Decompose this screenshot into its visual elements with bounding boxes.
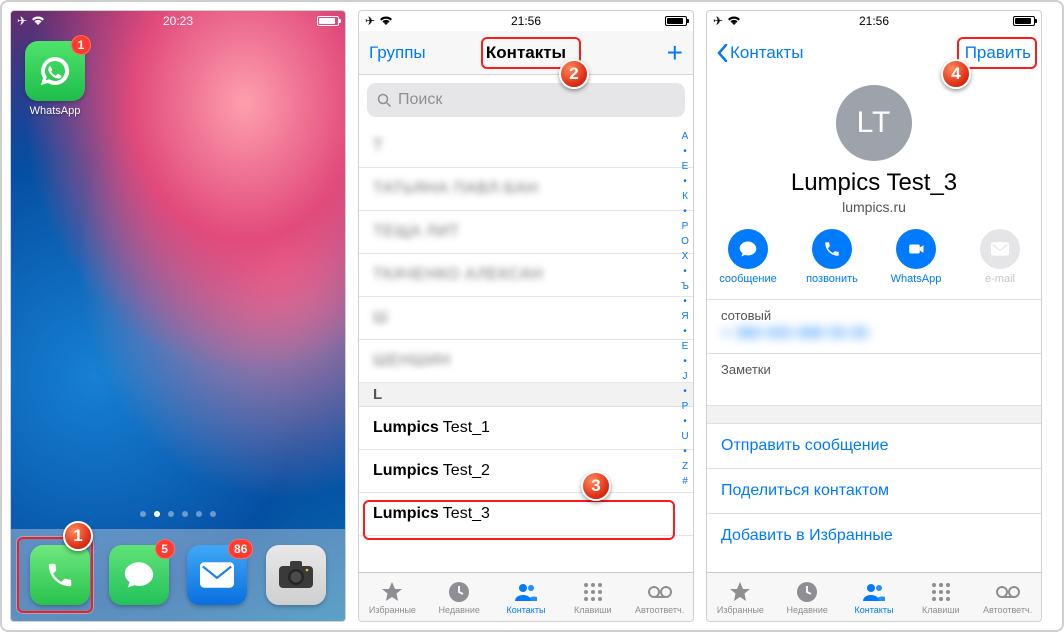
clock: 20:23: [163, 14, 193, 28]
phone-app-icon[interactable]: [30, 545, 90, 605]
airplane-icon: ✈: [713, 14, 723, 28]
whatsapp-app-icon[interactable]: 1: [25, 41, 85, 101]
alpha-index[interactable]: А•Е•К•РОХ•Ъ•Я•Е•J•Р•U•Z#: [677, 125, 693, 572]
list-item[interactable]: ТКАЧЕНКО АЛЕКСАН: [359, 254, 693, 297]
action-message[interactable]: сообщение: [717, 229, 779, 285]
action-call[interactable]: позвонить: [801, 229, 863, 285]
list-item[interactable]: Lumpics Test_2: [359, 450, 693, 493]
section-header-l: L: [359, 383, 693, 407]
whatsapp-badge: 1: [71, 35, 91, 55]
contacts-list[interactable]: Т ТАТЬЯНА ПАВЛ-БАН ТЕЩА ЛИТ ТКАЧЕНКО АЛЕ…: [359, 125, 693, 572]
clock: 21:56: [511, 14, 541, 28]
mail-app-icon[interactable]: 86: [187, 545, 247, 605]
add-contact-button[interactable]: +: [667, 39, 683, 67]
messages-badge: 5: [155, 539, 175, 559]
status-bar: ✈ 21:56: [707, 11, 1041, 31]
nav-title: Контакты: [486, 43, 566, 63]
action-email: e-mail: [969, 229, 1031, 285]
tab-voicemail[interactable]: Автоответч.: [974, 573, 1041, 621]
contact-company: lumpics.ru: [707, 199, 1041, 215]
tab-bar: Избранные Недавние Контакты Клавиши Авто…: [707, 572, 1041, 621]
whatsapp-label: WhatsApp: [25, 105, 85, 117]
page-indicator: [11, 511, 345, 521]
dock: 5 86: [11, 529, 345, 621]
homescreen: ✈ 20:23 1 WhatsApp 5 86 1: [10, 10, 346, 622]
chevron-left-icon: [717, 44, 728, 62]
tab-bar: Избранные Недавние Контакты Клавиши Авто…: [359, 572, 693, 621]
notes-cell[interactable]: Заметки: [707, 353, 1041, 405]
contact-name: Lumpics Test_3: [707, 169, 1041, 197]
messages-app-icon[interactable]: 5: [109, 545, 169, 605]
wifi-icon: [31, 16, 45, 26]
share-contact-link[interactable]: Поделиться контактом: [707, 468, 1041, 513]
search-icon: [377, 93, 392, 108]
contact-detail: LT Lumpics Test_3 lumpics.ru сообщение п…: [707, 75, 1041, 572]
tab-keypad[interactable]: Клавиши: [907, 573, 974, 621]
edit-button[interactable]: Править: [965, 43, 1031, 63]
tab-favorites[interactable]: Избранные: [359, 573, 426, 621]
airplane-icon: ✈: [365, 14, 375, 28]
list-item[interactable]: ТЕЩА ЛИТ: [359, 211, 693, 254]
tab-voicemail[interactable]: Автоответч.: [626, 573, 693, 621]
avatar: LT: [836, 85, 912, 161]
search-placeholder: Поиск: [398, 91, 442, 109]
clock: 21:56: [859, 14, 889, 28]
add-favorite-link[interactable]: Добавить в Избранные: [707, 513, 1041, 558]
list-item[interactable]: Т: [359, 125, 693, 168]
list-item[interactable]: ШЕНШИН: [359, 340, 693, 383]
battery-icon: [665, 16, 687, 26]
groups-link[interactable]: Группы: [369, 43, 426, 63]
battery-icon: [317, 16, 339, 26]
send-message-link[interactable]: Отправить сообщение: [707, 423, 1041, 468]
camera-app-icon[interactable]: [266, 545, 326, 605]
action-whatsapp[interactable]: WhatsApp: [885, 229, 947, 285]
action-row: сообщение позвонить WhatsApp e-mail: [707, 229, 1041, 285]
status-bar: ✈ 20:23: [11, 11, 345, 31]
mail-badge: 86: [228, 539, 253, 559]
wifi-icon: [727, 16, 741, 26]
list-item[interactable]: Ш: [359, 297, 693, 340]
status-bar: ✈ 21:56: [359, 11, 693, 31]
list-item[interactable]: ТАТЬЯНА ПАВЛ-БАН: [359, 168, 693, 211]
airplane-icon: ✈: [17, 14, 27, 28]
battery-icon: [1013, 16, 1035, 26]
list-item[interactable]: Lumpics Test_1: [359, 407, 693, 450]
tab-recents[interactable]: Недавние: [774, 573, 841, 621]
contact-detail-screen: ✈ 21:56 Контакты Править LT Lumpics Test…: [706, 10, 1042, 622]
phone-cell[interactable]: сотовый + 380 093 988 59 00: [707, 299, 1041, 353]
contacts-list-screen: ✈ 21:56 Группы Контакты + Поиск Т ТАТЬЯН…: [358, 10, 694, 622]
search-input[interactable]: Поиск: [367, 83, 685, 117]
tab-favorites[interactable]: Избранные: [707, 573, 774, 621]
wifi-icon: [379, 16, 393, 26]
back-button[interactable]: Контакты: [717, 43, 803, 63]
nav-bar: Группы Контакты +: [359, 31, 693, 75]
tab-contacts[interactable]: Контакты: [493, 573, 560, 621]
tab-contacts[interactable]: Контакты: [841, 573, 908, 621]
tab-keypad[interactable]: Клавиши: [559, 573, 626, 621]
nav-bar: Контакты Править: [707, 31, 1041, 75]
tab-recents[interactable]: Недавние: [426, 573, 493, 621]
list-item[interactable]: Lumpics Test_3: [359, 493, 693, 536]
